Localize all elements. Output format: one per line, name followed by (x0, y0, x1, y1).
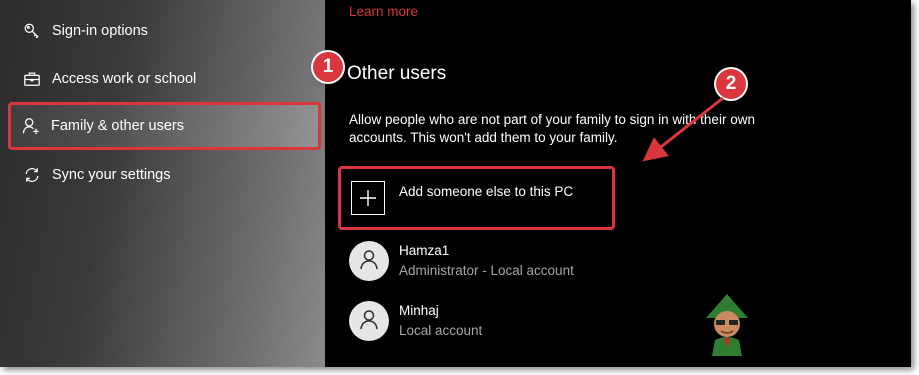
sidebar-item-label: Sync your settings (52, 167, 171, 183)
user-name: Minhaj (399, 303, 439, 318)
user-account-item[interactable]: Hamza1 Administrator - Local account (349, 241, 749, 285)
user-account-type: Administrator - Local account (399, 263, 574, 278)
sidebar-item-sync-your-settings[interactable]: Sync your settings (10, 153, 320, 197)
sidebar-item-access-work-or-school[interactable]: Access work or school (10, 57, 320, 101)
person-icon (358, 308, 380, 335)
sync-icon (12, 166, 52, 184)
main-content: Learn more Other users Allow people who … (325, 0, 911, 367)
user-account-type: Local account (399, 323, 483, 338)
sidebar-item-label: Family & other users (51, 118, 184, 134)
key-icon (12, 22, 52, 40)
briefcase-icon (12, 70, 52, 88)
user-name: Hamza1 (399, 243, 450, 258)
avatar (349, 301, 389, 341)
person-add-icon (11, 117, 51, 135)
section-title: Other users (347, 63, 447, 84)
person-icon (358, 248, 380, 275)
sidebar-item-label: Access work or school (52, 71, 197, 87)
avatar (349, 241, 389, 281)
annotation-badge-1: 1 (313, 52, 343, 82)
sidebar: Sign-in options Access work or school Fa… (0, 0, 325, 367)
annotation-badge-2: 2 (716, 69, 746, 99)
sidebar-item-label: Sign-in options (52, 23, 148, 39)
watermark-logo-icon (706, 294, 748, 356)
add-button-label: Add someone else to this PC (399, 184, 574, 199)
add-someone-else-button[interactable]: Add someone else to this PC (338, 166, 615, 230)
sidebar-item-sign-in-options[interactable]: Sign-in options (10, 9, 320, 53)
section-description: Allow people who are not part of your fa… (349, 112, 755, 145)
settings-window: Sign-in options Access work or school Fa… (0, 0, 911, 367)
user-account-item[interactable]: Minhaj Local account (349, 301, 749, 345)
sidebar-item-family-and-other-users[interactable]: Family & other users (8, 102, 321, 150)
plus-icon (351, 181, 385, 215)
learn-more-link[interactable]: Learn more (349, 4, 418, 19)
